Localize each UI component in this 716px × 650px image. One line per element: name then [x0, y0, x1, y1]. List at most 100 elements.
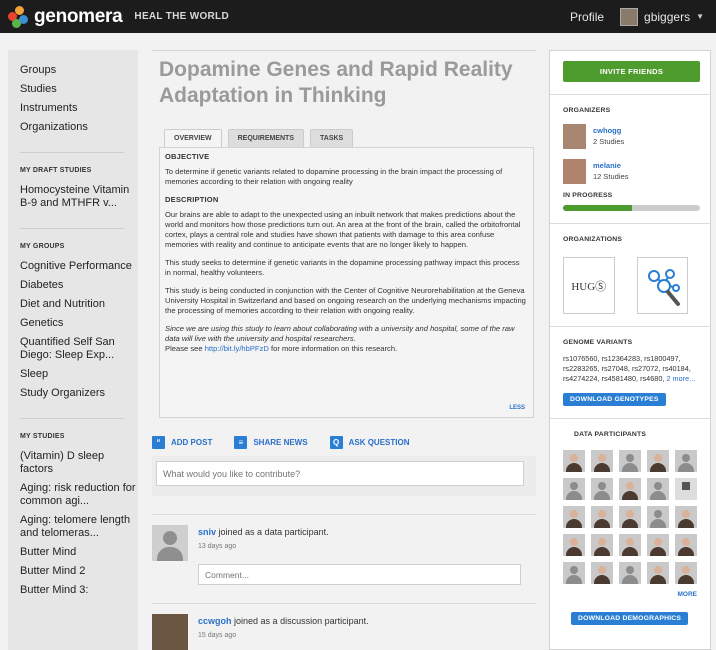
draft-studies-heading: MY DRAFT STUDIES	[20, 167, 92, 174]
user-link[interactable]: sniv	[198, 527, 216, 537]
comment-input[interactable]	[198, 564, 521, 585]
sidebar-item-studies[interactable]: Studies	[20, 83, 138, 96]
participant-avatar[interactable]	[619, 450, 641, 472]
participant-avatar[interactable]	[619, 506, 641, 528]
download-genotypes-button[interactable]: DOWNLOAD GENOTYPES	[563, 393, 666, 406]
sidebar-item-groups[interactable]: Groups	[20, 64, 138, 77]
tab-tasks[interactable]: TASKS	[310, 129, 354, 147]
participant-avatar[interactable]	[591, 562, 613, 584]
participant-avatar[interactable]	[647, 562, 669, 584]
participant-avatar[interactable]	[675, 478, 697, 500]
tab-requirements[interactable]: REQUIREMENTS	[227, 129, 305, 147]
participant-avatar[interactable]	[675, 450, 697, 472]
avatar[interactable]	[563, 124, 586, 149]
study-link[interactable]: Aging: risk reduction for common agi...	[20, 482, 138, 508]
participant-avatar[interactable]	[591, 450, 613, 472]
contribute-box	[152, 456, 536, 496]
participant-avatar[interactable]	[647, 534, 669, 556]
less-toggle[interactable]: LESS	[509, 405, 525, 411]
profile-link[interactable]: Profile	[570, 10, 604, 24]
organizations-heading: ORGANIZATIONS	[563, 236, 623, 243]
divider	[550, 94, 710, 95]
ask-question-button[interactable]: Q ASK QUESTION	[329, 435, 409, 449]
more-participants-link[interactable]: MORE	[550, 591, 698, 598]
organizer-name[interactable]: cwhogg	[593, 126, 624, 135]
organizer: cwhogg 2 Studies	[563, 124, 710, 149]
study-link[interactable]: (Vitamin) D sleep factors	[20, 450, 138, 476]
sidebar-item-instruments[interactable]: Instruments	[20, 102, 138, 115]
sidebar-item-organizations[interactable]: Organizations	[20, 121, 138, 134]
group-link[interactable]: Quantified Self San Diego: Sleep Exp...	[20, 336, 138, 362]
participant-avatar[interactable]	[619, 562, 641, 584]
participant-avatar[interactable]	[591, 506, 613, 528]
tab-overview[interactable]: OVERVIEW	[164, 129, 222, 147]
draft-study-link[interactable]: Homocysteine Vitamin B-9 and MTHFR v...	[20, 184, 138, 210]
avatar[interactable]	[563, 159, 586, 184]
participant-avatar[interactable]	[591, 478, 613, 500]
participant-avatar[interactable]	[647, 478, 669, 500]
username[interactable]: gbiggers	[644, 10, 690, 24]
page-title: Dopamine Genes and Rapid Reality Adaptat…	[159, 58, 513, 107]
divider	[152, 603, 536, 604]
avatar[interactable]	[152, 614, 188, 650]
download-demographics-button[interactable]: DOWNLOAD DEMOGRAPHICS	[571, 612, 689, 625]
organizer: melanie 12 Studies	[563, 159, 710, 184]
participant-avatar[interactable]	[675, 506, 697, 528]
logo[interactable]: genomera	[8, 5, 123, 28]
organizer-name[interactable]: melanie	[593, 161, 628, 170]
study-link[interactable]: Butter Mind	[20, 546, 138, 559]
progress-fill	[563, 205, 632, 211]
user-link[interactable]: ccwgoh	[198, 616, 232, 626]
participant-avatar[interactable]	[563, 450, 585, 472]
participants-grid	[563, 450, 710, 584]
feed-item: ccwgoh joined as a discussion participan…	[152, 614, 536, 650]
participant-avatar[interactable]	[563, 478, 585, 500]
contribute-input[interactable]	[156, 461, 524, 486]
question-icon: Q	[329, 435, 343, 449]
organization-logo-text: HUGⓈ	[571, 280, 607, 293]
group-link[interactable]: Diet and Nutrition	[20, 298, 138, 311]
chevron-down-icon[interactable]: ▼	[696, 12, 704, 21]
study-link[interactable]: Aging: telomere length and telomeras...	[20, 514, 138, 540]
share-news-button[interactable]: ≡ SHARE NEWS	[234, 435, 308, 449]
organization-logo[interactable]: HUGⓈ	[563, 257, 615, 314]
group-link[interactable]: Sleep	[20, 368, 138, 381]
sidebar: Groups Studies Instruments Organizations…	[8, 50, 138, 650]
user-avatar[interactable]	[620, 7, 639, 26]
add-post-label: ADD POST	[171, 437, 213, 447]
objective-text: To determine if genetic variants related…	[165, 167, 503, 186]
research-link[interactable]: http://bit.ly/hbPFzD	[205, 344, 269, 353]
participant-avatar[interactable]	[647, 506, 669, 528]
participant-avatar[interactable]	[647, 450, 669, 472]
participant-avatar[interactable]	[563, 562, 585, 584]
divider	[550, 223, 710, 224]
feed-item: sniv joined as a data participant. 13 da…	[152, 525, 536, 585]
invite-friends-button[interactable]: INVITE FRIENDS	[563, 61, 700, 82]
group-link[interactable]: Study Organizers	[20, 387, 138, 400]
feed-text: ccwgoh joined as a discussion participan…	[198, 616, 369, 626]
feed-text: sniv joined as a data participant.	[198, 527, 521, 537]
study-link[interactable]: Butter Mind 3:	[20, 584, 138, 597]
groups-heading: MY GROUPS	[20, 243, 65, 250]
description-paragraph: Our brains are able to adapt to the unex…	[165, 210, 521, 249]
genome-variants-heading: GENOME VARIANTS	[563, 339, 633, 346]
study-link[interactable]: Butter Mind 2	[20, 565, 138, 578]
participant-avatar[interactable]	[591, 534, 613, 556]
group-link[interactable]: Cognitive Performance	[20, 260, 138, 273]
divider	[20, 228, 124, 229]
feed-action: joined as a data participant.	[218, 527, 329, 537]
group-link[interactable]: Genetics	[20, 317, 138, 330]
participant-avatar[interactable]	[675, 534, 697, 556]
participant-avatar[interactable]	[619, 534, 641, 556]
participant-avatar[interactable]	[563, 506, 585, 528]
organization-logo[interactable]	[636, 257, 688, 314]
participant-avatar[interactable]	[563, 534, 585, 556]
add-post-button[interactable]: “ ADD POST	[152, 435, 213, 449]
variants-more-link[interactable]: 2 more...	[666, 374, 695, 383]
participant-avatar[interactable]	[675, 562, 697, 584]
participant-avatar[interactable]	[619, 478, 641, 500]
group-link[interactable]: Diabetes	[20, 279, 138, 292]
avatar[interactable]	[152, 525, 188, 561]
studies-heading: MY STUDIES	[20, 433, 65, 440]
top-bar: genomera HEAL THE WORLD Profile gbiggers…	[0, 0, 716, 33]
